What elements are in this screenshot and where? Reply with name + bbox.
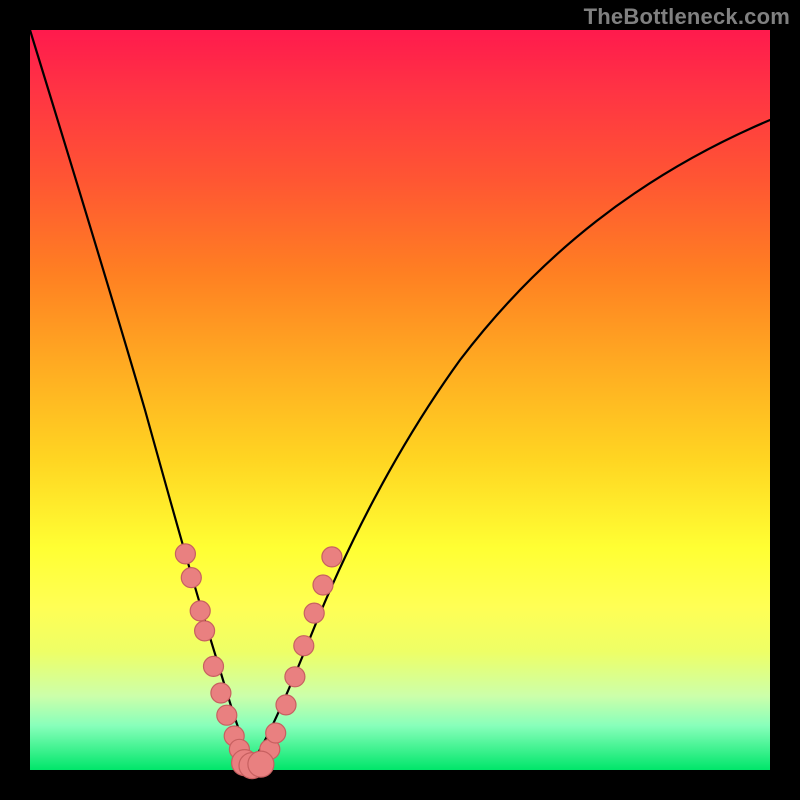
marker-dot (211, 683, 231, 703)
marker-dot (304, 603, 324, 623)
marker-dot (195, 621, 215, 641)
marker-blob (248, 751, 274, 777)
marker-dot (285, 667, 305, 687)
marker-dot (217, 705, 237, 725)
marker-layer (30, 30, 770, 770)
chart-frame: TheBottleneck.com (0, 0, 800, 800)
marker-dot (204, 656, 224, 676)
marker-dot (276, 695, 296, 715)
watermark-text: TheBottleneck.com (584, 4, 790, 30)
marker-dot (181, 568, 201, 588)
marker-dot (322, 547, 342, 567)
marker-dot (313, 575, 333, 595)
bottom-blob (232, 750, 274, 779)
marker-dot (190, 601, 210, 621)
marker-dot (294, 636, 314, 656)
marker-dot (266, 723, 286, 743)
salmon-dots (175, 544, 342, 776)
plot-area (30, 30, 770, 770)
marker-dot (175, 544, 195, 564)
